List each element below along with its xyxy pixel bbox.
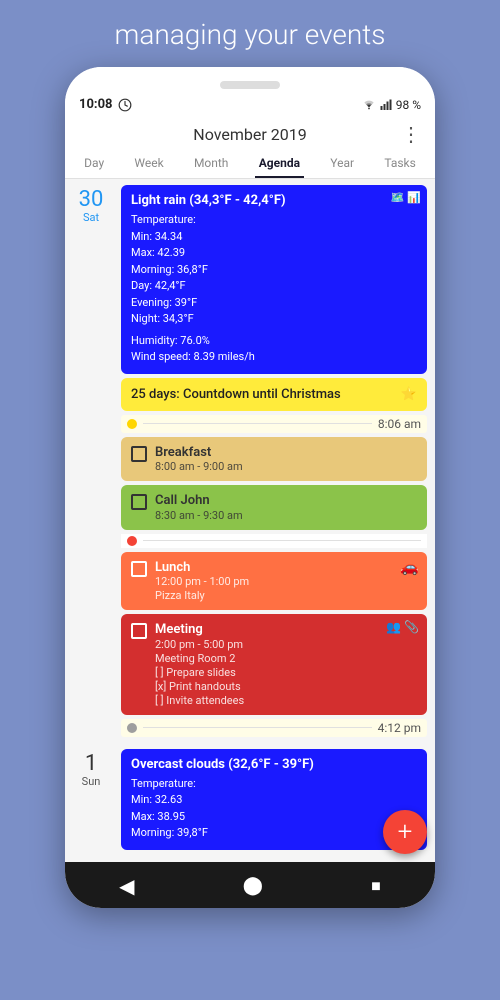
meeting-people-icon: 👥 <box>386 620 401 634</box>
day-30-label: 30 Sat <box>65 179 117 743</box>
breakfast-checkbox[interactable] <box>131 446 147 462</box>
weather-map-icon: 🗺️ <box>391 191 405 204</box>
phone-top: 10:08 <box>65 67 435 179</box>
app-header: November 2019 ⋮ <box>65 116 435 148</box>
meeting-icons: 👥 📎 <box>386 620 419 634</box>
meeting-item-2: [x] Print handouts <box>155 680 244 693</box>
status-right: 98 % <box>362 98 421 112</box>
overcast-detail: Temperature: Min: 32.63 Max: 38.95 Morni… <box>131 776 417 842</box>
day-1-number: 1 <box>85 753 97 775</box>
call-time: 8:30 am - 9:30 am <box>155 509 243 522</box>
meeting-checkbox[interactable] <box>131 623 147 639</box>
overcast-card: Overcast clouds (32,6°F - 39°F) Temperat… <box>121 749 427 850</box>
time-dot-red <box>127 536 137 546</box>
day-1-row: 1 Sun Overcast clouds (32,6°F - 39°F) Te… <box>65 743 435 862</box>
weather-title: Light rain (34,3°F - 42,4°F) <box>131 193 417 208</box>
meeting-attach-icon: 📎 <box>404 620 419 634</box>
calendar-content: 30 Sat Light rain (34,3°F - 42,4°F) 🗺️ 📊… <box>65 179 435 862</box>
time-label-1: 8:06 am <box>378 417 421 431</box>
page-title: managing your events <box>0 0 500 67</box>
time-label-3: 4:12 pm <box>378 721 421 735</box>
time-dot-gray <box>127 723 137 733</box>
countdown-card[interactable]: 25 days: Countdown until Christmas ⭐ <box>121 378 427 411</box>
lunch-title: Lunch <box>155 560 249 576</box>
weather-chart-icon: 📊 <box>407 191 421 204</box>
wifi-icon <box>362 100 376 110</box>
overcast-title: Overcast clouds (32,6°F - 39°F) <box>131 757 417 772</box>
status-bar: 10:08 <box>65 95 435 116</box>
call-john-card[interactable]: Call John 8:30 am - 9:30 am <box>121 485 427 530</box>
tab-day[interactable]: Day <box>80 148 108 178</box>
meeting-item-1: [ ] Prepare slides <box>155 666 244 679</box>
nav-back-icon[interactable]: ◀ <box>119 874 134 898</box>
weather-detail: Temperature: Min: 34.34 Max: 42.39 Morni… <box>131 212 417 366</box>
meeting-card[interactable]: Meeting 2:00 pm - 5:00 pm Meeting Room 2… <box>121 614 427 715</box>
time-line-divider-1 <box>143 423 372 424</box>
menu-dots[interactable]: ⋮ <box>401 122 421 146</box>
lunch-detail: Pizza Italy <box>155 589 249 602</box>
tab-agenda[interactable]: Agenda <box>255 148 304 178</box>
phone-frame: 10:08 <box>65 67 435 908</box>
nav-bar: ◀ ⬤ ■ <box>65 862 435 908</box>
time-line-1: 8:06 am <box>121 415 427 433</box>
day-30-number: 30 <box>79 189 104 211</box>
fab-button[interactable]: + <box>383 810 427 854</box>
time-line-2 <box>121 534 427 548</box>
phone-camera <box>220 81 280 89</box>
nav-home-icon[interactable]: ⬤ <box>243 875 263 896</box>
time-line-3: 4:12 pm <box>121 719 427 737</box>
lunch-info: Lunch 12:00 pm - 1:00 pm Pizza Italy <box>155 560 249 603</box>
nav-square-icon[interactable]: ■ <box>371 876 381 896</box>
lunch-checkbox[interactable] <box>131 561 147 577</box>
time-dot-yellow <box>127 419 137 429</box>
status-time: 10:08 <box>79 97 132 112</box>
breakfast-title: Breakfast <box>155 445 243 461</box>
day-1-label: 1 Sun <box>65 743 117 856</box>
tab-bar: Day Week Month Agenda Year Tasks <box>65 148 435 179</box>
app-title: November 2019 <box>193 125 306 144</box>
call-title: Call John <box>155 493 243 509</box>
call-checkbox[interactable] <box>131 494 147 510</box>
weather-icons: 🗺️ 📊 <box>391 191 421 204</box>
sync-icon <box>118 98 132 112</box>
page-container: managing your events 10:08 <box>0 0 500 1000</box>
breakfast-card[interactable]: Breakfast 8:00 am - 9:00 am <box>121 437 427 482</box>
lunch-time: 12:00 pm - 1:00 pm <box>155 575 249 588</box>
lunch-card[interactable]: Lunch 12:00 pm - 1:00 pm Pizza Italy 🚗 <box>121 552 427 611</box>
breakfast-time: 8:00 am - 9:00 am <box>155 460 243 473</box>
weather-card: Light rain (34,3°F - 42,4°F) 🗺️ 📊 Temper… <box>121 185 427 374</box>
tab-month[interactable]: Month <box>190 148 232 178</box>
tab-week[interactable]: Week <box>130 148 167 178</box>
lunch-icon: 🚗 <box>400 558 419 576</box>
meeting-item-3: [ ] Invite attendees <box>155 694 244 707</box>
countdown-text: 25 days: Countdown until Christmas <box>131 387 341 402</box>
signal-icon <box>380 99 392 111</box>
tab-tasks[interactable]: Tasks <box>380 148 420 178</box>
breakfast-info: Breakfast 8:00 am - 9:00 am <box>155 445 243 474</box>
meeting-title: Meeting <box>155 622 244 638</box>
meeting-info: Meeting 2:00 pm - 5:00 pm Meeting Room 2… <box>155 622 244 707</box>
time-line-divider-2 <box>143 540 421 541</box>
time-line-divider-3 <box>143 727 372 728</box>
call-info: Call John 8:30 am - 9:30 am <box>155 493 243 522</box>
day-30-row: 30 Sat Light rain (34,3°F - 42,4°F) 🗺️ 📊… <box>65 179 435 743</box>
meeting-location: Meeting Room 2 <box>155 652 244 665</box>
day-1-name: Sun <box>82 775 101 788</box>
tab-year[interactable]: Year <box>326 148 358 178</box>
meeting-time: 2:00 pm - 5:00 pm <box>155 638 244 651</box>
day-30-name: Sat <box>83 211 99 224</box>
events-column-30: Light rain (34,3°F - 42,4°F) 🗺️ 📊 Temper… <box>117 179 435 743</box>
star-icon: ⭐ <box>401 387 417 402</box>
